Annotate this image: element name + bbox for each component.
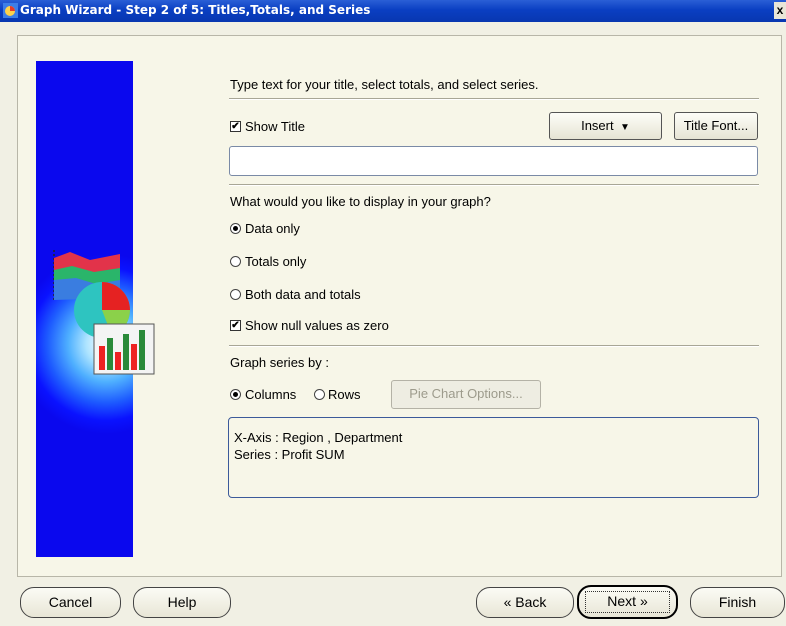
series-summary: Series : Profit SUM [234,447,345,462]
show-title-label: Show Title [245,119,305,134]
columns-radio[interactable] [230,389,241,400]
data-only-radio[interactable] [230,223,241,234]
insert-button-label: Insert [581,118,614,133]
cancel-button[interactable]: Cancel [20,587,121,618]
next-button[interactable]: Next » [577,585,678,619]
insert-button[interactable]: Insert ▼ [549,112,662,140]
both-data-totals-radio[interactable] [230,289,241,300]
back-arrow-icon: « [503,594,512,610]
help-button[interactable]: Help [133,587,231,618]
rows-radio[interactable] [314,389,325,400]
dropdown-arrow-icon: ▼ [617,122,630,133]
title-bar: Graph Wizard - Step 2 of 5: Titles,Total… [0,0,786,22]
show-title-checkbox[interactable]: ✔ [230,121,241,132]
totals-only-radio[interactable] [230,256,241,267]
focus-rectangle [585,591,670,613]
graph-wizard-icon [3,3,18,18]
back-button[interactable]: « Back [476,587,574,618]
close-icon[interactable]: x [774,2,786,19]
divider [229,98,759,100]
back-button-label: Back [515,594,547,610]
display-question-label: What would you like to display in your g… [230,194,491,209]
graph-series-label: Graph series by : [230,355,329,370]
x-axis-summary: X-Axis : Region , Department [234,430,403,445]
title-font-button[interactable]: Title Font... [674,112,758,140]
divider [229,345,759,347]
totals-only-label: Totals only [245,254,307,269]
both-data-totals-label: Both data and totals [245,287,361,302]
data-only-label: Data only [245,221,300,236]
rows-label: Rows [328,387,361,402]
title-input[interactable] [229,146,758,176]
divider [229,184,759,186]
pie-chart-options-button[interactable]: Pie Chart Options... [391,380,541,409]
window-title: Graph Wizard - Step 2 of 5: Titles,Total… [20,3,371,17]
finish-button[interactable]: Finish [690,587,785,618]
graph-illustration-icon [53,250,155,375]
columns-label: Columns [245,387,297,402]
show-null-checkbox[interactable]: ✔ [230,320,241,331]
instructions-text: Type text for your title, select totals,… [230,77,539,92]
series-summary-box: X-Axis : Region , Department Series : Pr… [228,417,759,498]
show-null-label: Show null values as zero [245,318,389,333]
